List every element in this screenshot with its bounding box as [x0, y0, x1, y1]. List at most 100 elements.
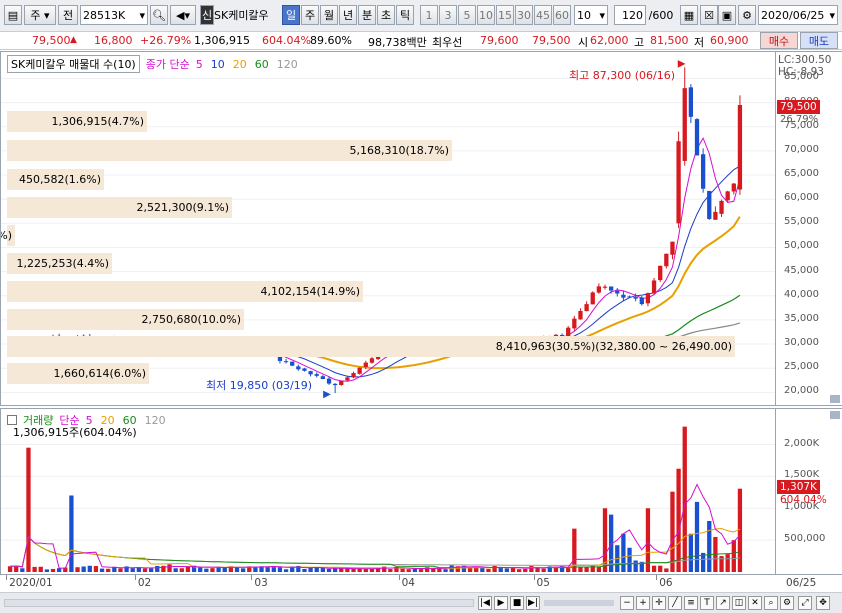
minute-option-60[interactable]: 60: [553, 5, 571, 25]
high-label: 고: [634, 36, 645, 49]
sell-button[interactable]: 매도: [800, 32, 838, 49]
buy-button[interactable]: 매수: [760, 32, 798, 49]
volume-profile-bar: 8,410,963(30.5%)(32,380.00 ~ 26,490.00): [7, 336, 735, 357]
resize-icon[interactable]: [830, 395, 840, 403]
minute-option-30[interactable]: 30: [515, 5, 533, 25]
volume-bar: [69, 495, 74, 572]
volume-profile-bar: 2,750,680(10.0%): [7, 309, 244, 330]
ma-period-10[interactable]: 10: [211, 58, 225, 71]
up-triangle-icon: ▲: [70, 35, 77, 45]
stock-code-input[interactable]: 28513K ▾: [80, 5, 148, 25]
ma-period-60[interactable]: 60: [255, 58, 269, 71]
tab-period-4[interactable]: 분: [358, 5, 376, 25]
volume-bar: [277, 567, 283, 572]
open-label: 시: [578, 36, 589, 49]
volume-bar: [106, 568, 111, 572]
candle-body: [308, 371, 313, 375]
price-tick-label: 70,000: [784, 143, 819, 155]
volume-bar: [707, 521, 712, 572]
scroll-left-end-icon[interactable]: |◀: [478, 596, 492, 610]
zoom-in-icon[interactable]: +: [636, 596, 650, 610]
stop-icon[interactable]: ■: [510, 596, 524, 610]
minute-option-45[interactable]: 45: [534, 5, 552, 25]
price-chart-pane[interactable]: ▶ ▶ 1,306,915(4.7%) 5,168,310(18.7%) 450,58…: [0, 51, 776, 406]
price-pane-title[interactable]: SK케미칼우 매물대 수(10): [7, 55, 140, 73]
zoom-out-icon[interactable]: −: [620, 596, 634, 610]
trend-icon[interactable]: ↗: [716, 596, 730, 610]
minute-option-5[interactable]: 5: [458, 5, 476, 25]
speaker-icon[interactable]: ◀▾: [170, 5, 196, 25]
chart-tool-icon[interactable]: ◫: [732, 596, 746, 610]
volume-bar: [320, 568, 326, 572]
candle-body: [670, 241, 675, 255]
minute-option-15[interactable]: 15: [496, 5, 514, 25]
date-picker[interactable]: 2020/06/25 ▾: [758, 5, 838, 25]
tab-period-1[interactable]: 주: [301, 5, 319, 25]
tab-period-3[interactable]: 년: [339, 5, 357, 25]
volume-bar: [627, 547, 632, 572]
volume-bar: [326, 568, 332, 572]
ma-period-20[interactable]: 20: [233, 58, 247, 71]
volume-bar: [81, 566, 86, 572]
volume-chart-pane[interactable]: 거래량 단순 5 20 60 120 1,306,915주(604.04%): [0, 408, 776, 575]
checkbox-icon[interactable]: ☒: [700, 5, 718, 25]
magnify-icon[interactable]: ⌕: [764, 596, 778, 610]
period-prefix-dropdown[interactable]: 주 ▾: [24, 5, 56, 25]
price-tick-label: 25,000: [784, 361, 819, 373]
current-volume-tag: 1,307K: [777, 480, 820, 494]
minute-option-10[interactable]: 10: [477, 5, 495, 25]
erase-icon[interactable]: ✕: [748, 596, 762, 610]
date-value: 2020/06/25: [761, 8, 825, 22]
resize-icon[interactable]: [830, 411, 840, 419]
volume-bar: [363, 568, 368, 572]
price-tick-label: 55,000: [784, 216, 819, 228]
low-marker-icon: ▶: [323, 389, 331, 400]
date-tick: [656, 575, 658, 580]
candle-body: [627, 296, 632, 298]
drag-handle-icon[interactable]: ✥: [816, 596, 830, 610]
crosshair-icon[interactable]: ✛: [652, 596, 666, 610]
volume-bar: [75, 567, 80, 572]
ma-period-120[interactable]: 120: [277, 58, 298, 71]
volume-profile-bar: 4,102,154(14.9%): [7, 281, 363, 302]
minute-select[interactable]: 10 ▾: [574, 5, 608, 25]
price-tick-label: 35,000: [784, 312, 819, 324]
chart-menu-icon[interactable]: ▤: [4, 5, 22, 25]
volume-bar: [633, 560, 638, 572]
settings-icon[interactable]: ⚙: [738, 5, 756, 25]
grid-icon[interactable]: ▦: [680, 5, 698, 25]
candle-body: [314, 374, 319, 376]
play-icon[interactable]: ▶: [494, 596, 508, 610]
settings-icon[interactable]: ⚙: [780, 596, 794, 610]
zoom-slider[interactable]: [544, 600, 614, 606]
ask-price: 79,600: [480, 34, 519, 47]
minute-option-1[interactable]: 1: [420, 5, 438, 25]
fibonacci-icon[interactable]: ≡: [684, 596, 698, 610]
search-icon[interactable]: 🔍︎: [150, 5, 168, 25]
minute-option-3[interactable]: 3: [439, 5, 457, 25]
price-tick-label: 45,000: [784, 264, 819, 276]
tab-period-0[interactable]: 일: [282, 5, 300, 25]
volume-ma-period-120[interactable]: 120: [145, 414, 166, 427]
display-count-input[interactable]: 120: [614, 5, 646, 25]
draw-line-icon[interactable]: ╱: [668, 596, 682, 610]
volume-bar: [50, 568, 56, 572]
high-annotation: 최고 87,300 (06/16): [569, 69, 676, 82]
prev-button[interactable]: 전: [58, 5, 78, 25]
scroll-right-end-icon[interactable]: ▶|: [526, 596, 540, 610]
save-icon[interactable]: ▣: [718, 5, 736, 25]
horizontal-scrollbar[interactable]: [4, 599, 474, 607]
tab-period-5[interactable]: 초: [377, 5, 395, 25]
low-label: 저: [694, 36, 705, 49]
tab-period-6[interactable]: 틱: [396, 5, 414, 25]
change-rate: +26.79%: [140, 34, 192, 47]
expand-icon[interactable]: ⤢: [798, 596, 812, 610]
volume-bar: [345, 568, 350, 572]
low-price: 60,900: [710, 34, 749, 47]
ma-label: 종가 단순: [145, 58, 190, 71]
ma-period-5[interactable]: 5: [196, 58, 203, 71]
tab-period-2[interactable]: 월: [320, 5, 338, 25]
volume-bar: [283, 569, 289, 572]
price-tick-label: 30,000: [784, 337, 819, 349]
text-tool-icon[interactable]: T: [700, 596, 714, 610]
